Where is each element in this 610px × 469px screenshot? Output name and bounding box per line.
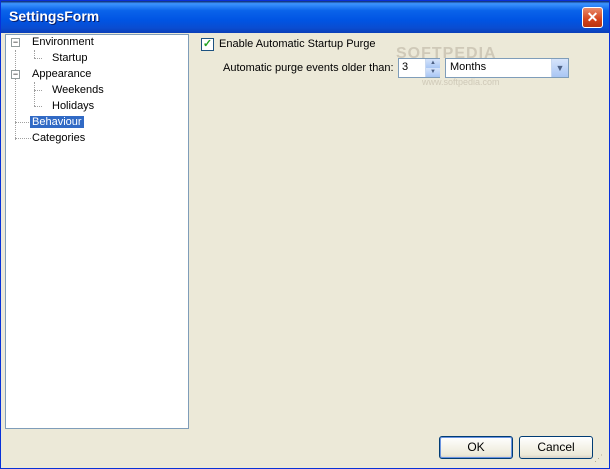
- tree-line: [34, 82, 35, 106]
- purge-value-stepper[interactable]: 3 ▲ ▼: [398, 58, 440, 78]
- collapse-icon[interactable]: −: [11, 70, 20, 79]
- settings-window: SettingsForm ✕ − Environment Startup − A…: [0, 0, 610, 469]
- tree-line: [15, 138, 31, 139]
- settings-tree[interactable]: − Environment Startup − Appearance Weeke…: [5, 34, 189, 429]
- tree-line: [15, 50, 16, 140]
- collapse-icon[interactable]: −: [11, 38, 20, 47]
- tree-item-holidays[interactable]: Holidays: [52, 99, 94, 113]
- tree-line: [15, 122, 31, 123]
- tree-line: [34, 90, 42, 91]
- cancel-button[interactable]: Cancel: [519, 436, 593, 459]
- watermark-url: www.softpedia.com: [422, 77, 500, 87]
- window-title: SettingsForm: [9, 8, 100, 24]
- tree-item-categories[interactable]: Categories: [32, 131, 85, 145]
- client-area: − Environment Startup − Appearance Weeke…: [4, 33, 606, 465]
- spin-up-icon[interactable]: ▲: [425, 59, 440, 68]
- tree-item-label: Holidays: [52, 100, 95, 112]
- chevron-down-icon[interactable]: ▼: [551, 59, 568, 77]
- purge-older-label: Automatic purge events older than:: [223, 62, 394, 74]
- enable-purge-checkbox[interactable]: ✓: [201, 38, 214, 51]
- tree-line: [34, 106, 42, 107]
- close-button[interactable]: ✕: [582, 7, 603, 28]
- purge-value[interactable]: 3: [402, 61, 408, 73]
- purge-unit-select[interactable]: Months ▼: [445, 58, 569, 78]
- tree-item-label: Behaviour: [30, 116, 84, 128]
- tree-line: [34, 58, 42, 59]
- tree-item-appearance[interactable]: Appearance: [32, 67, 91, 81]
- tree-item-label: Startup: [52, 52, 88, 64]
- purge-unit-value: Months: [450, 61, 487, 73]
- tree-item-behaviour[interactable]: Behaviour: [30, 115, 84, 129]
- tree-item-label: Appearance: [32, 68, 92, 80]
- spin-down-icon[interactable]: ▼: [425, 68, 440, 77]
- resize-grip-icon[interactable]: ⋰: [594, 453, 604, 463]
- tree-item-label: Environment: [32, 36, 94, 48]
- enable-purge-label[interactable]: Enable Automatic Startup Purge: [219, 38, 376, 50]
- tree-item-environment[interactable]: Environment: [32, 35, 94, 49]
- tree-item-label: Categories: [32, 132, 86, 144]
- tree-item-startup[interactable]: Startup: [52, 51, 87, 65]
- ok-button[interactable]: OK: [439, 436, 513, 459]
- close-icon: ✕: [586, 9, 599, 25]
- stepper-buttons: ▲ ▼: [425, 59, 440, 77]
- title-bar[interactable]: SettingsForm ✕: [1, 1, 609, 33]
- tree-item-label: Weekends: [52, 84, 104, 96]
- tree-line: [34, 50, 35, 58]
- tree-item-weekends[interactable]: Weekends: [52, 83, 104, 97]
